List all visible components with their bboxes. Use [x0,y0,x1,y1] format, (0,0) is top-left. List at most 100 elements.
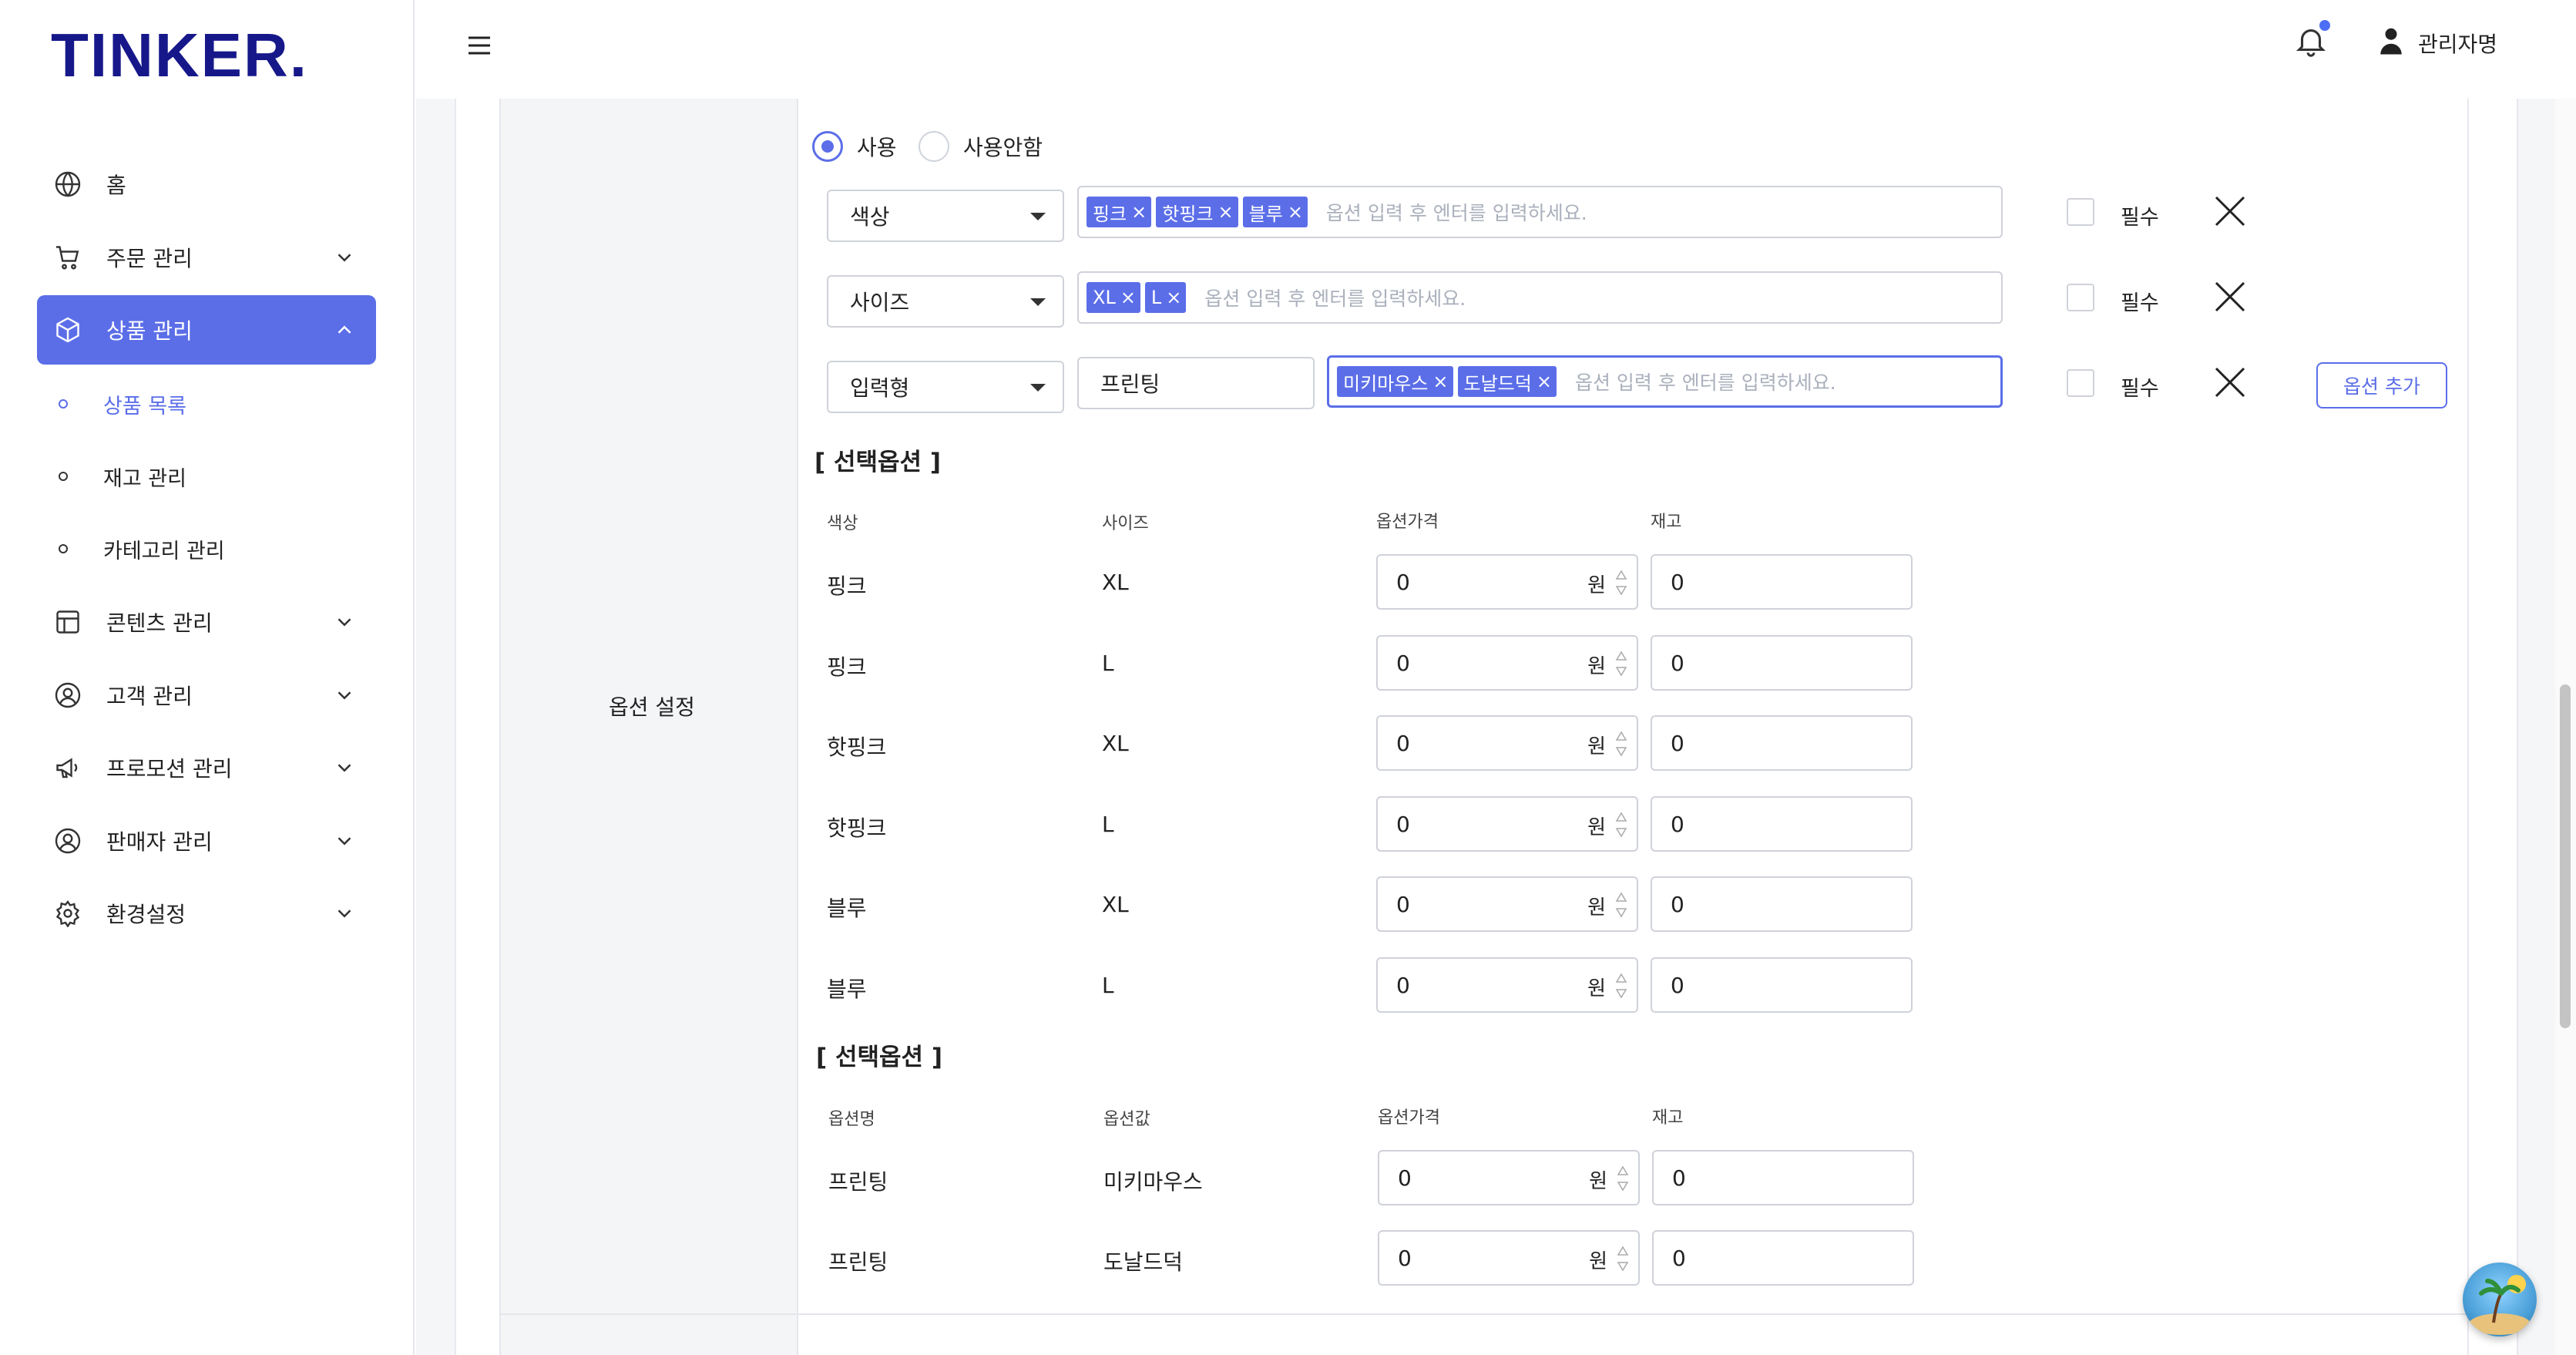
sidebar-item-home[interactable]: 홈 [37,150,376,219]
radio-no-use[interactable]: 사용안함 [919,131,1043,162]
option-setting-label: 옵션 설정 [609,694,695,720]
remove-tag-icon[interactable]: × [1432,371,1448,392]
table-header: 사이즈 [1102,514,1149,533]
close-icon[interactable] [2213,365,2247,399]
user-name[interactable]: 관리자명 [2418,28,2497,59]
remove-tag-icon[interactable]: × [1537,371,1552,392]
remove-tag-icon[interactable]: × [1166,287,1181,308]
user-icon[interactable] [2380,26,2403,55]
radio-use[interactable]: 사용 [812,131,897,162]
select-value: 색상 [850,204,890,230]
remove-tag-icon[interactable]: × [1288,201,1303,223]
gear-icon [52,898,83,929]
table-cell: 블루 [827,976,867,1002]
tag-input-placeholder[interactable]: 옵션 입력 후 엔터를 입력하세요. [1326,198,1587,226]
stepper-icon[interactable] [1615,1161,1631,1196]
price-value: 0 [1398,1165,1412,1191]
table-cell: 핑크 [827,573,867,599]
top-header [416,0,2576,99]
table-cell: 미키마우스 [1103,1169,1203,1195]
sidebar-item-settings[interactable]: 환경설정 [37,879,376,948]
currency-unit: 원 [1587,574,1606,597]
scrollbar-thumb[interactable] [2560,684,2571,1028]
option-type-select[interactable]: 색상 [827,190,1064,242]
stock-input[interactable]: 0 [1651,957,1913,1013]
option-price-input[interactable]: 0원 [1378,1150,1640,1205]
remove-tag-icon[interactable]: × [1120,287,1136,308]
remove-tag-icon[interactable]: × [1131,201,1147,223]
option-name-value: 프린팅 [1100,372,1160,397]
stock-value: 0 [1671,731,1684,756]
tag-input-placeholder[interactable]: 옵션 입력 후 엔터를 입력하세요. [1204,284,1466,311]
price-value: 0 [1398,1246,1412,1271]
tag-input-placeholder[interactable]: 옵션 입력 후 엔터를 입력하세요. [1575,368,1836,395]
stepper-icon[interactable] [1614,646,1629,681]
stepper-icon[interactable] [1614,887,1629,923]
caret-down-icon [1030,213,1046,220]
option-type-select[interactable]: 사이즈 [827,275,1064,328]
stock-input[interactable]: 0 [1651,554,1913,610]
section-title: [ 선택옵션 ] [816,1044,943,1071]
sidebar-subitem-category[interactable]: 카테고리 관리 [59,526,225,572]
sidebar-item-order[interactable]: 주문 관리 [37,223,376,292]
required-checkbox[interactable] [2067,284,2094,311]
stock-input[interactable]: 0 [1651,795,1913,852]
option-price-input[interactable]: 0원 [1376,715,1638,771]
island-icon [2469,1275,2531,1335]
option-price-input[interactable]: 0원 [1376,795,1638,852]
brand-logo[interactable]: TINKER. [51,20,308,91]
floating-helper-button[interactable] [2463,1263,2537,1337]
stock-input[interactable]: 0 [1651,715,1913,771]
sidebar-subitem-product-list[interactable]: 상품 목록 [59,381,186,427]
box-icon [52,314,83,345]
option-price-input[interactable]: 0원 [1378,1230,1640,1286]
bullet-icon [59,399,68,409]
stock-input[interactable]: 0 [1652,1230,1914,1286]
table-cell: 핫핑크 [827,735,887,760]
required-checkbox[interactable] [2067,369,2094,397]
option-type-select[interactable]: 입력형 [827,361,1064,413]
required-checkbox[interactable] [2067,198,2094,226]
stepper-icon[interactable] [1615,1241,1631,1276]
table-header: 옵션가격 [1376,513,1439,532]
sidebar-item-content[interactable]: 콘텐츠 관리 [37,587,376,657]
sidebar-item-seller[interactable]: 판매자 관리 [37,806,376,876]
option-price-input[interactable]: 0원 [1376,957,1638,1013]
option-price-input[interactable]: 0원 [1376,634,1638,691]
required-label: 필수 [2121,291,2159,315]
sidebar-item-product[interactable]: 상품 관리 [37,295,376,365]
radio-circle[interactable] [919,131,949,162]
stock-value: 0 [1671,972,1684,998]
option-tag-input[interactable]: 핑크 × 핫핑크 × 블루 × 옵션 입력 후 엔터를 입력하세요. [1077,186,2003,238]
close-icon[interactable] [2213,280,2247,314]
form-border [2467,99,2469,1355]
price-value: 0 [1396,570,1410,595]
option-tag: XL × [1086,282,1140,313]
sidebar-item-customer[interactable]: 고객 관리 [37,661,376,730]
table-cell: 도날드덕 [1103,1249,1184,1275]
option-tag-input[interactable]: 미키마우스 × 도날드덕 × 옵션 입력 후 엔터를 입력하세요. [1327,355,2003,408]
radio-circle[interactable] [812,131,843,162]
option-price-input[interactable]: 0원 [1376,554,1638,610]
hamburger-menu-icon[interactable] [467,35,492,55]
stepper-icon[interactable] [1614,807,1629,842]
sidebar-subitem-inventory[interactable]: 재고 관리 [59,453,186,499]
stepper-icon[interactable] [1614,565,1629,600]
grid-icon [52,607,83,637]
option-price-input[interactable]: 0원 [1376,876,1638,932]
remove-tag-icon[interactable]: × [1218,201,1234,223]
tag-label: XL [1093,287,1116,308]
stock-input[interactable]: 0 [1651,634,1913,691]
add-option-button[interactable]: 옵션 추가 [2316,362,2447,409]
sidebar-item-promotion[interactable]: 프로모션 관리 [37,733,376,802]
sidebar-item-label: 고객 관리 [106,684,193,709]
close-icon[interactable] [2213,194,2247,228]
currency-unit: 원 [1589,1170,1607,1193]
stock-input[interactable]: 0 [1651,876,1913,932]
stepper-icon[interactable] [1614,726,1629,762]
option-tag-input[interactable]: XL × L × 옵션 입력 후 엔터를 입력하세요. [1077,271,2003,324]
stepper-icon[interactable] [1614,968,1629,1004]
option-name-input[interactable]: 프린팅 [1077,357,1315,409]
bullet-icon [59,544,68,553]
stock-input[interactable]: 0 [1652,1150,1914,1205]
